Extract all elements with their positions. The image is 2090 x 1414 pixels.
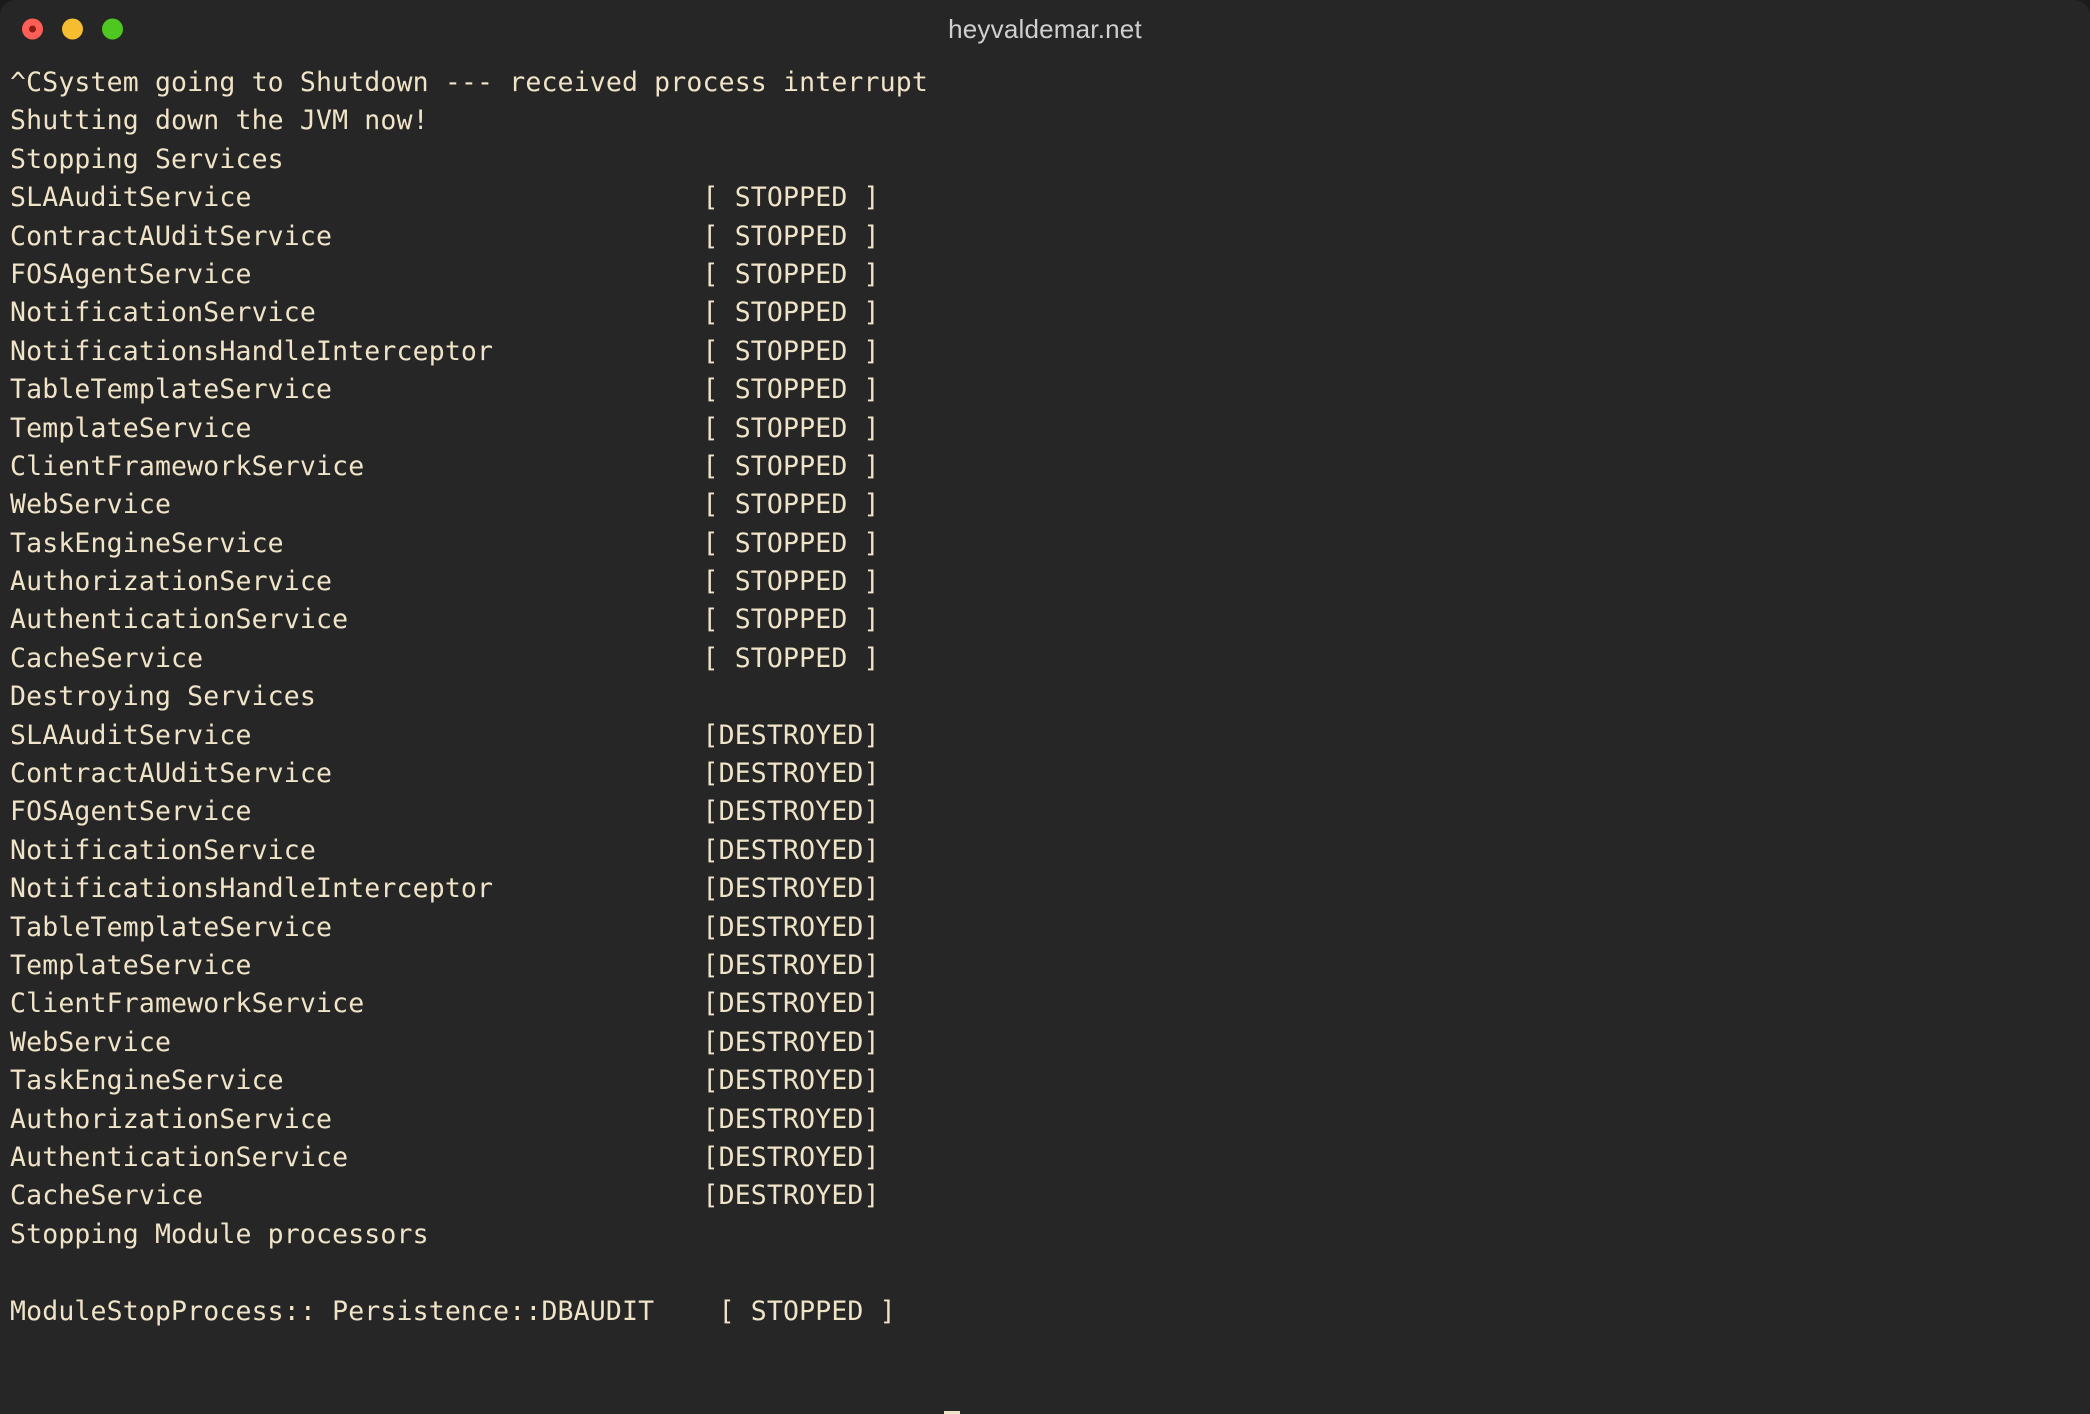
terminal-output[interactable]: ^CSystem going to Shutdown --- received … bbox=[0, 58, 2090, 1414]
output-line: ^CSystem going to Shutdown --- received … bbox=[10, 67, 928, 98]
output-line: ClientFrameworkService [DESTROYED] bbox=[10, 988, 880, 1020]
output-line: TemplateService [DESTROYED] bbox=[10, 949, 880, 981]
output-line: TaskEngineService [ STOPPED ] bbox=[10, 527, 880, 559]
window-title: heyvaldemar.net bbox=[948, 13, 1142, 44]
output-line: NotificationsHandleInterceptor [DESTROYE… bbox=[10, 873, 880, 905]
output-blank-line bbox=[10, 1331, 2090, 1369]
output-blank-line bbox=[10, 1254, 2090, 1292]
minimize-button[interactable] bbox=[62, 18, 83, 40]
output-line: Shutting down the JVM now! bbox=[10, 105, 429, 137]
output-line: WebService [ STOPPED ] bbox=[10, 489, 880, 521]
output-line: TableTemplateService [DESTROYED] bbox=[10, 911, 880, 943]
output-line: SLAAuditService [ STOPPED ] bbox=[10, 182, 880, 214]
window-controls bbox=[22, 18, 123, 40]
output-line: TemplateService [ STOPPED ] bbox=[10, 412, 880, 444]
output-line: Destroying Services bbox=[10, 681, 316, 713]
prompt-line[interactable]: root@sdp:/opt/ServiceDesk/bin# vim /etc/… bbox=[10, 1408, 2090, 1414]
output-blank-line bbox=[10, 1369, 2090, 1407]
output-line: ContractAUditService [DESTROYED] bbox=[10, 758, 880, 790]
output-line: FOSAgentService [ STOPPED ] bbox=[10, 258, 880, 290]
output-line: AuthenticationService [DESTROYED] bbox=[10, 1141, 880, 1173]
output-line: ClientFrameworkService [ STOPPED ] bbox=[10, 450, 880, 482]
output-line: ModuleStopProcess:: Persistence::DBAUDIT… bbox=[10, 1295, 896, 1327]
output-line: NotificationService [ STOPPED ] bbox=[10, 297, 880, 329]
output-line: NotificationService [DESTROYED] bbox=[10, 834, 880, 866]
output-line: WebService [DESTROYED] bbox=[10, 1026, 880, 1058]
output-line: Stopping Module processors bbox=[10, 1218, 429, 1250]
output-line: CacheService [DESTROYED] bbox=[10, 1180, 880, 1212]
output-line: TableTemplateService [ STOPPED ] bbox=[10, 374, 880, 406]
terminal-window: heyvaldemar.net ^CSystem going to Shutdo… bbox=[0, 0, 2090, 1414]
output-line: AuthorizationService [ STOPPED ] bbox=[10, 566, 880, 598]
output-line: CacheService [ STOPPED ] bbox=[10, 642, 880, 674]
output-line: AuthenticationService [ STOPPED ] bbox=[10, 604, 880, 636]
title-bar: heyvaldemar.net bbox=[0, 0, 2090, 58]
output-line: TaskEngineService [DESTROYED] bbox=[10, 1065, 880, 1097]
close-button[interactable] bbox=[22, 18, 43, 40]
zoom-button[interactable] bbox=[102, 18, 123, 40]
output-line: SLAAuditService [DESTROYED] bbox=[10, 719, 880, 751]
output-line: Stopping Services bbox=[10, 143, 284, 175]
output-line: FOSAgentService [DESTROYED] bbox=[10, 796, 880, 828]
output-line: AuthorizationService [DESTROYED] bbox=[10, 1103, 880, 1135]
output-line: ContractAUditService [ STOPPED ] bbox=[10, 220, 880, 252]
output-line: NotificationsHandleInterceptor [ STOPPED… bbox=[10, 335, 880, 367]
